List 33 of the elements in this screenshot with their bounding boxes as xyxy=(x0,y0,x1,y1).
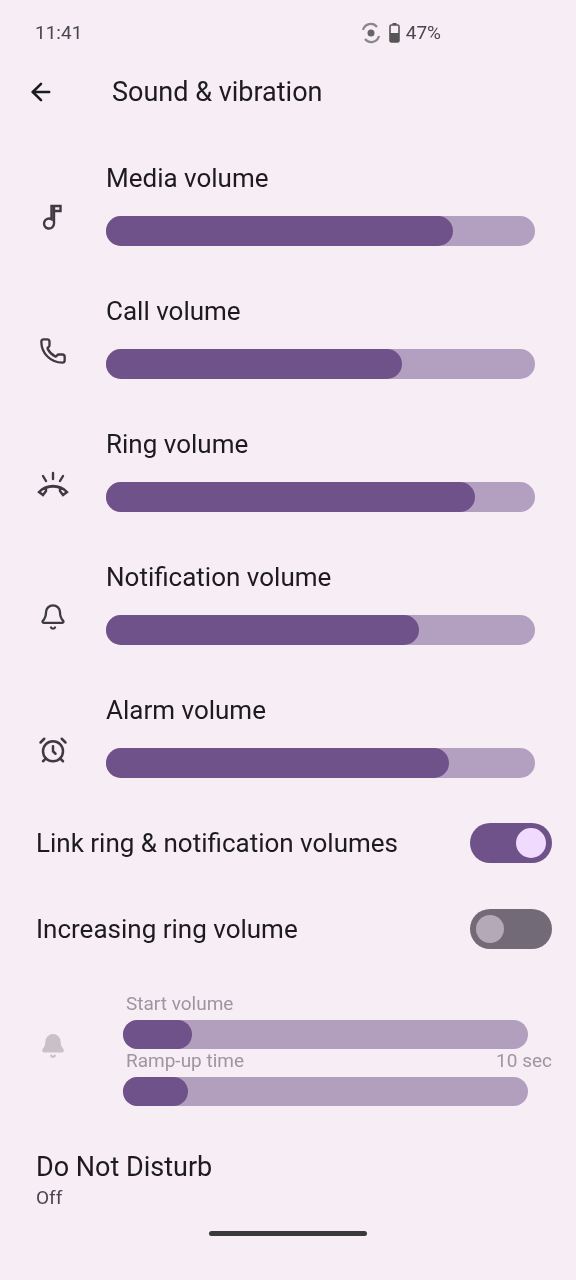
volume-slider[interactable] xyxy=(123,1020,528,1049)
volume-slider[interactable] xyxy=(106,482,535,512)
toggle-switch[interactable] xyxy=(470,823,552,863)
volume-label: Alarm volume xyxy=(106,694,267,726)
battery-icon xyxy=(388,23,400,43)
volume-slider[interactable] xyxy=(106,615,535,645)
slider-label: Start volume xyxy=(126,990,234,1017)
phone-icon xyxy=(39,336,67,365)
music-note-icon xyxy=(42,203,64,232)
slider-label: Ramp-up time xyxy=(126,1047,245,1074)
volume-label: Call volume xyxy=(106,295,242,327)
switch-thumb xyxy=(516,828,546,858)
gesture-handle[interactable] xyxy=(209,1231,367,1236)
ringing-phone-icon xyxy=(36,469,70,498)
page-title: Sound & vibration xyxy=(112,74,323,110)
toggle-label: Link ring & notification volumes xyxy=(36,826,398,860)
battery-percentage: 47% xyxy=(405,19,441,46)
toggle-switch[interactable] xyxy=(470,909,552,949)
toggle-label: Increasing ring volume xyxy=(36,912,298,946)
volume-label: Media volume xyxy=(106,162,270,194)
volume-label: Notification volume xyxy=(106,561,333,593)
volume-slider[interactable] xyxy=(106,349,535,379)
slider-value: 10 sec xyxy=(496,1047,552,1074)
bell-icon xyxy=(39,602,67,631)
status-time: 11:41 xyxy=(35,19,83,46)
volume-slider[interactable] xyxy=(106,748,535,778)
volume-slider[interactable] xyxy=(106,216,535,246)
alarm-clock-icon xyxy=(38,734,68,765)
switch-thumb xyxy=(476,915,504,943)
setting-summary: Off xyxy=(36,1185,64,1211)
volume-slider[interactable] xyxy=(123,1077,528,1106)
setting-title: Do Not Disturb xyxy=(36,1150,214,1184)
volume-label: Ring volume xyxy=(106,428,250,460)
